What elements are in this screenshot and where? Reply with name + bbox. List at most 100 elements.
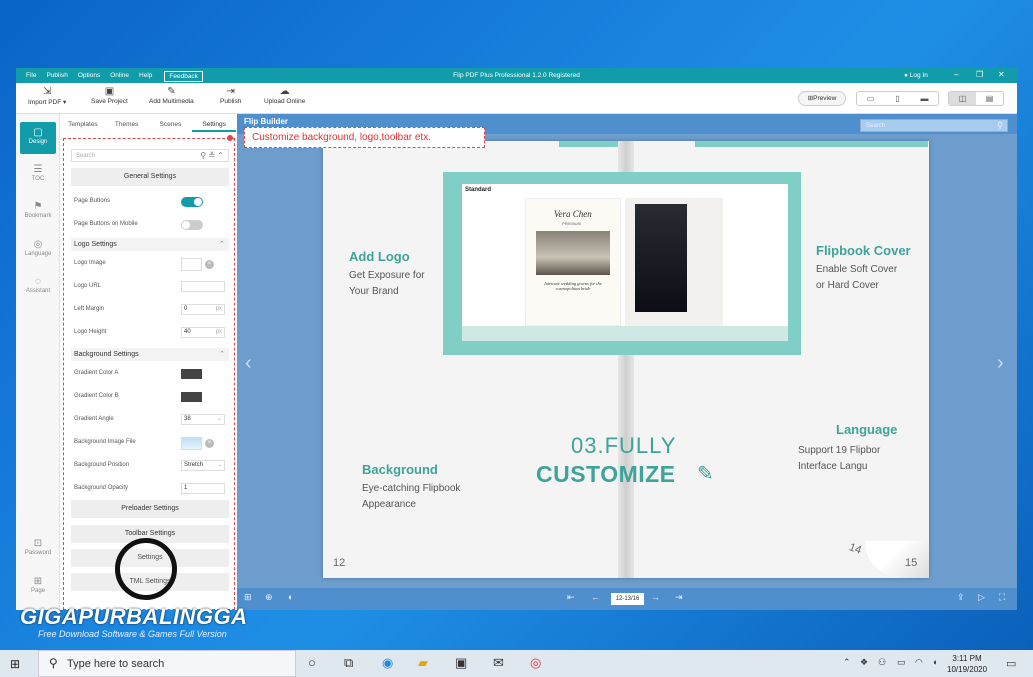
desktop-icon[interactable]: ▭ bbox=[857, 92, 884, 105]
logo-height-input[interactable]: 40 px bbox=[181, 327, 225, 338]
logo-url-input[interactable] bbox=[181, 281, 225, 292]
fullscreen-icon[interactable]: ⛶ bbox=[999, 592, 1005, 603]
user-icon: ● bbox=[904, 72, 908, 79]
rail-bookmark[interactable]: ⚑ Bookmark bbox=[20, 201, 56, 219]
toggle-knob bbox=[182, 221, 190, 229]
gradient-angle-input[interactable]: 38 ⌄ bbox=[181, 414, 225, 425]
tab-settings[interactable]: Settings bbox=[192, 121, 236, 132]
thumbnails-icon[interactable]: ⊞ bbox=[244, 592, 252, 603]
rail-toc[interactable]: ☰ TOC bbox=[20, 164, 56, 182]
left-margin-input[interactable]: 0 px bbox=[181, 304, 225, 315]
chevron-up-icon: ⌃ bbox=[219, 351, 225, 358]
logo-settings-header[interactable]: Logo Settings ⌃ bbox=[71, 238, 229, 251]
mail-icon[interactable]: ✉ bbox=[493, 655, 504, 671]
taskbar-search-input[interactable]: ⚲ Type here to search bbox=[38, 650, 296, 677]
chevron-up-icon[interactable]: ⌃ bbox=[843, 657, 851, 668]
rail-design[interactable]: ▢ Design bbox=[20, 122, 56, 154]
app-window: File Publish Options Online Help Feedbac… bbox=[16, 68, 1017, 610]
gradient-b-swatch[interactable] bbox=[181, 392, 202, 402]
inner-sub: PREMIUM bbox=[562, 221, 581, 226]
settings-search-input[interactable]: Search ⚲ ≚ ⌃ bbox=[71, 149, 229, 162]
first-page-icon[interactable]: ⇤ bbox=[567, 592, 575, 603]
autoplay-icon[interactable]: ▷ bbox=[978, 592, 985, 603]
clear-icon[interactable]: × bbox=[205, 260, 214, 269]
tab-scenes[interactable]: Scenes bbox=[149, 121, 193, 132]
viewer-search-input[interactable]: Search ⚲ bbox=[860, 119, 1008, 132]
search-icon: ⚲ bbox=[49, 656, 58, 670]
import-icon: ⇲ bbox=[42, 86, 52, 97]
publish-button[interactable]: ⇥ Publish bbox=[220, 86, 241, 105]
prev-page-arrow-icon[interactable]: ‹ bbox=[245, 352, 252, 375]
tab-templates[interactable]: Templates bbox=[61, 121, 105, 132]
prev-page-icon[interactable]: ← bbox=[591, 592, 600, 602]
general-settings-header[interactable]: General Settings bbox=[71, 168, 229, 186]
edge-icon[interactable]: ◉ bbox=[382, 655, 393, 671]
rail-page-label: Page bbox=[30, 588, 45, 594]
wifi-icon[interactable]: ◠ bbox=[915, 657, 923, 668]
single-page-icon[interactable]: ▤ bbox=[976, 92, 1003, 105]
background-settings-header[interactable]: Background Settings ⌃ bbox=[71, 348, 229, 361]
page-indicator-input[interactable]: 12-13/16 bbox=[611, 593, 644, 605]
restore-icon[interactable]: ❐ bbox=[976, 70, 983, 79]
inner-brand: Vera Chen bbox=[554, 209, 592, 219]
zoom-in-icon[interactable]: ⊕ bbox=[265, 592, 273, 603]
next-page-arrow-icon[interactable]: › bbox=[997, 352, 1004, 375]
login-button[interactable]: ● Log In bbox=[904, 72, 928, 79]
bg-opacity-input[interactable]: 1 bbox=[181, 483, 225, 494]
chrome-icon[interactable]: ◎ bbox=[530, 655, 541, 671]
rail-language[interactable]: ◎ Language bbox=[20, 239, 56, 257]
import-pdf-button[interactable]: ⇲ Import PDF ▾ bbox=[28, 86, 66, 106]
last-page-icon[interactable]: ⇥ bbox=[675, 592, 683, 603]
system-clock[interactable]: 3:11 PM 10/19/2020 bbox=[947, 653, 987, 675]
file-explorer-icon[interactable]: ▰ bbox=[418, 655, 428, 671]
battery-icon[interactable]: ▭ bbox=[897, 657, 906, 668]
toggle-knob bbox=[194, 198, 202, 206]
close-icon[interactable]: ✕ bbox=[998, 70, 1005, 79]
edit-icon: ✎ bbox=[697, 463, 714, 485]
minimize-icon[interactable]: – bbox=[954, 70, 958, 79]
windows-start-icon[interactable]: ⊞ bbox=[10, 657, 20, 671]
customize-tooltip: Customize background, logo,toolbar etx. bbox=[244, 127, 485, 148]
volume-icon[interactable]: ◖ bbox=[932, 657, 937, 667]
rail-assistant[interactable]: ◌ Assistant bbox=[20, 276, 56, 294]
phone-icon[interactable]: ▯ bbox=[884, 92, 911, 105]
network-icon[interactable]: ⚇ bbox=[878, 657, 886, 668]
logo-image-picker[interactable] bbox=[181, 258, 202, 271]
page-curl[interactable] bbox=[865, 541, 929, 578]
preloader-settings-header[interactable]: Preloader Settings bbox=[71, 500, 229, 518]
preview-button[interactable]: ⊞Preview bbox=[798, 91, 846, 106]
flipbook-spread[interactable]: Standard Vera Chen PREMIUM Intricate wed… bbox=[323, 141, 929, 578]
gradient-a-swatch[interactable] bbox=[181, 369, 202, 379]
store-icon[interactable]: ▣ bbox=[455, 655, 467, 671]
bg-image-picker[interactable] bbox=[181, 437, 202, 450]
cortana-icon[interactable]: ○ bbox=[308, 655, 316, 670]
clear-icon[interactable]: × bbox=[205, 439, 214, 448]
page-buttons-toggle[interactable] bbox=[181, 197, 203, 207]
cover-line1: Enable Soft Cover bbox=[816, 264, 898, 275]
rail-page[interactable]: ⊞ Page bbox=[20, 576, 56, 594]
clock-date: 10/19/2020 bbox=[947, 665, 988, 674]
double-page-icon[interactable]: ◫ bbox=[949, 92, 976, 105]
notifications-icon[interactable]: ▭ bbox=[1006, 657, 1016, 670]
tab-themes[interactable]: Themes bbox=[105, 121, 149, 132]
dropbox-icon[interactable]: ❖ bbox=[860, 657, 868, 668]
upload-online-button[interactable]: ☁ Upload Online bbox=[264, 86, 305, 105]
sound-icon[interactable]: ◖ bbox=[287, 592, 292, 602]
next-page-icon[interactable]: → bbox=[651, 592, 660, 602]
share-icon[interactable]: ⇪ bbox=[957, 592, 965, 603]
tablet-icon[interactable]: ▬ bbox=[911, 92, 938, 105]
viewer-brand: Flip Builder bbox=[244, 117, 288, 126]
page-buttons-mobile-toggle[interactable] bbox=[181, 220, 203, 230]
save-project-button[interactable]: ▣ Save Project bbox=[91, 86, 128, 105]
bg-position-select[interactable]: Stretch ⌄ bbox=[181, 460, 225, 471]
task-view-icon[interactable]: ⧉ bbox=[344, 655, 353, 671]
save-icon: ▣ bbox=[104, 86, 115, 97]
settings-panel: Templates Themes Scenes Settings Search ⚲… bbox=[61, 114, 236, 610]
taskbar-search-placeholder: Type here to search bbox=[67, 658, 165, 670]
page-number-left: 12 bbox=[333, 557, 346, 569]
add-multimedia-button[interactable]: ✎ Add Multimedia bbox=[149, 86, 194, 105]
bg-position-value: Stretch bbox=[184, 462, 204, 468]
stepper-icon: ⌄ bbox=[216, 416, 222, 422]
rail-password[interactable]: ⊡ Password bbox=[20, 538, 56, 556]
unit-label: px bbox=[215, 329, 222, 335]
